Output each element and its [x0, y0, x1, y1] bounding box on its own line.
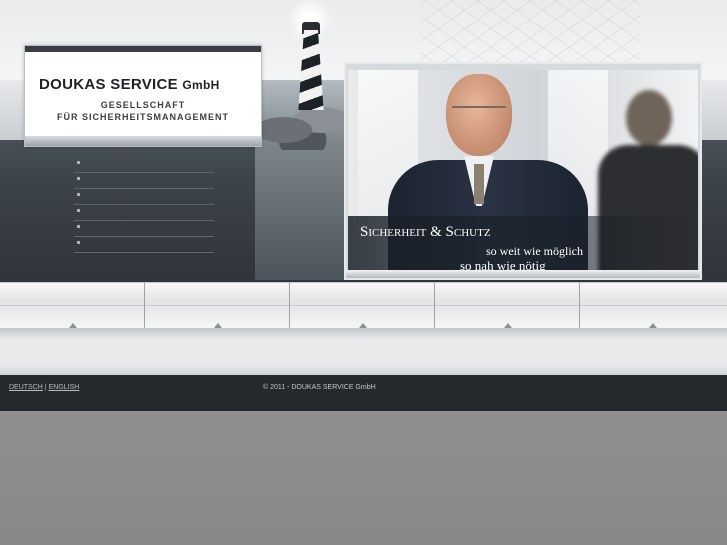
nav-item-2[interactable] [74, 173, 214, 189]
brand-tagline-line1: GESELLSCHAFT [100, 100, 186, 110]
lang-link-english[interactable]: ENGLISH [49, 384, 80, 391]
language-switcher: DEUTSCH | ENGLISH [9, 384, 79, 391]
tab-divider-line [290, 305, 434, 306]
bullet-icon [77, 225, 80, 228]
copyright-text: © 2011 - DOUKAS SERVICE GmbH [263, 384, 376, 391]
hero-banner: Sicherheit & Schutz so weit wie möglich … [344, 62, 702, 280]
tab-divider-line [435, 305, 579, 306]
page-bottom [0, 411, 727, 545]
compass-graphic [420, 0, 640, 70]
slogan-overlay: Sicherheit & Schutz so weit wie möglich … [348, 216, 698, 270]
logo[interactable]: DOUKAS SERVICE GmbH GESELLSCHAFT FÜR SIC… [24, 45, 262, 147]
tab-3[interactable] [290, 283, 435, 329]
bullet-icon [77, 193, 80, 196]
brand-name-main: DOUKAS SERVICE [39, 76, 178, 93]
bullet-icon [77, 241, 80, 244]
nav-item-4[interactable] [74, 205, 214, 221]
nav-item-6[interactable] [74, 237, 214, 253]
tab-4[interactable] [435, 283, 580, 329]
man-glasses [452, 106, 506, 122]
bullet-icon [77, 177, 80, 180]
nav-item-1[interactable] [74, 157, 214, 173]
slogan-line3: so nah wie nötig [460, 258, 546, 270]
tab-divider-line [145, 305, 289, 306]
main-nav [74, 157, 214, 253]
header-area: DOUKAS SERVICE GmbH GESELLSCHAFT FÜR SIC… [0, 0, 727, 282]
tab-divider-line [580, 305, 727, 306]
slogan-line2: so weit wie möglich [486, 244, 583, 258]
hero-bottom-bar [346, 270, 700, 278]
nav-item-5[interactable] [74, 221, 214, 237]
background-person-head [626, 90, 672, 146]
tab-2[interactable] [145, 283, 290, 329]
tab-divider-line [0, 305, 144, 306]
logo-bottom-rule [25, 136, 261, 146]
tab-5[interactable] [580, 283, 727, 329]
content-gap [0, 328, 727, 375]
lang-separator: | [44, 384, 47, 391]
man-tie [474, 164, 484, 204]
tab-strip [0, 282, 727, 329]
brand-name-suffix: GmbH [182, 78, 220, 92]
brand-name: DOUKAS SERVICE GmbH [39, 76, 220, 93]
logo-top-rule [25, 46, 261, 52]
slogan-title: Sicherheit & Schutz [360, 224, 491, 240]
nav-item-3[interactable] [74, 189, 214, 205]
bullet-icon [77, 209, 80, 212]
brand-tagline-line2: FÜR SICHERHEITSMANAGEMENT [56, 112, 229, 122]
bullet-icon [77, 161, 80, 164]
tab-1[interactable] [0, 283, 145, 329]
hero-photo: Sicherheit & Schutz so weit wie möglich … [348, 70, 698, 270]
footer: DEUTSCH | ENGLISH © 2011 - DOUKAS SERVIC… [0, 375, 727, 411]
lang-link-deutsch[interactable]: DEUTSCH [9, 384, 43, 391]
